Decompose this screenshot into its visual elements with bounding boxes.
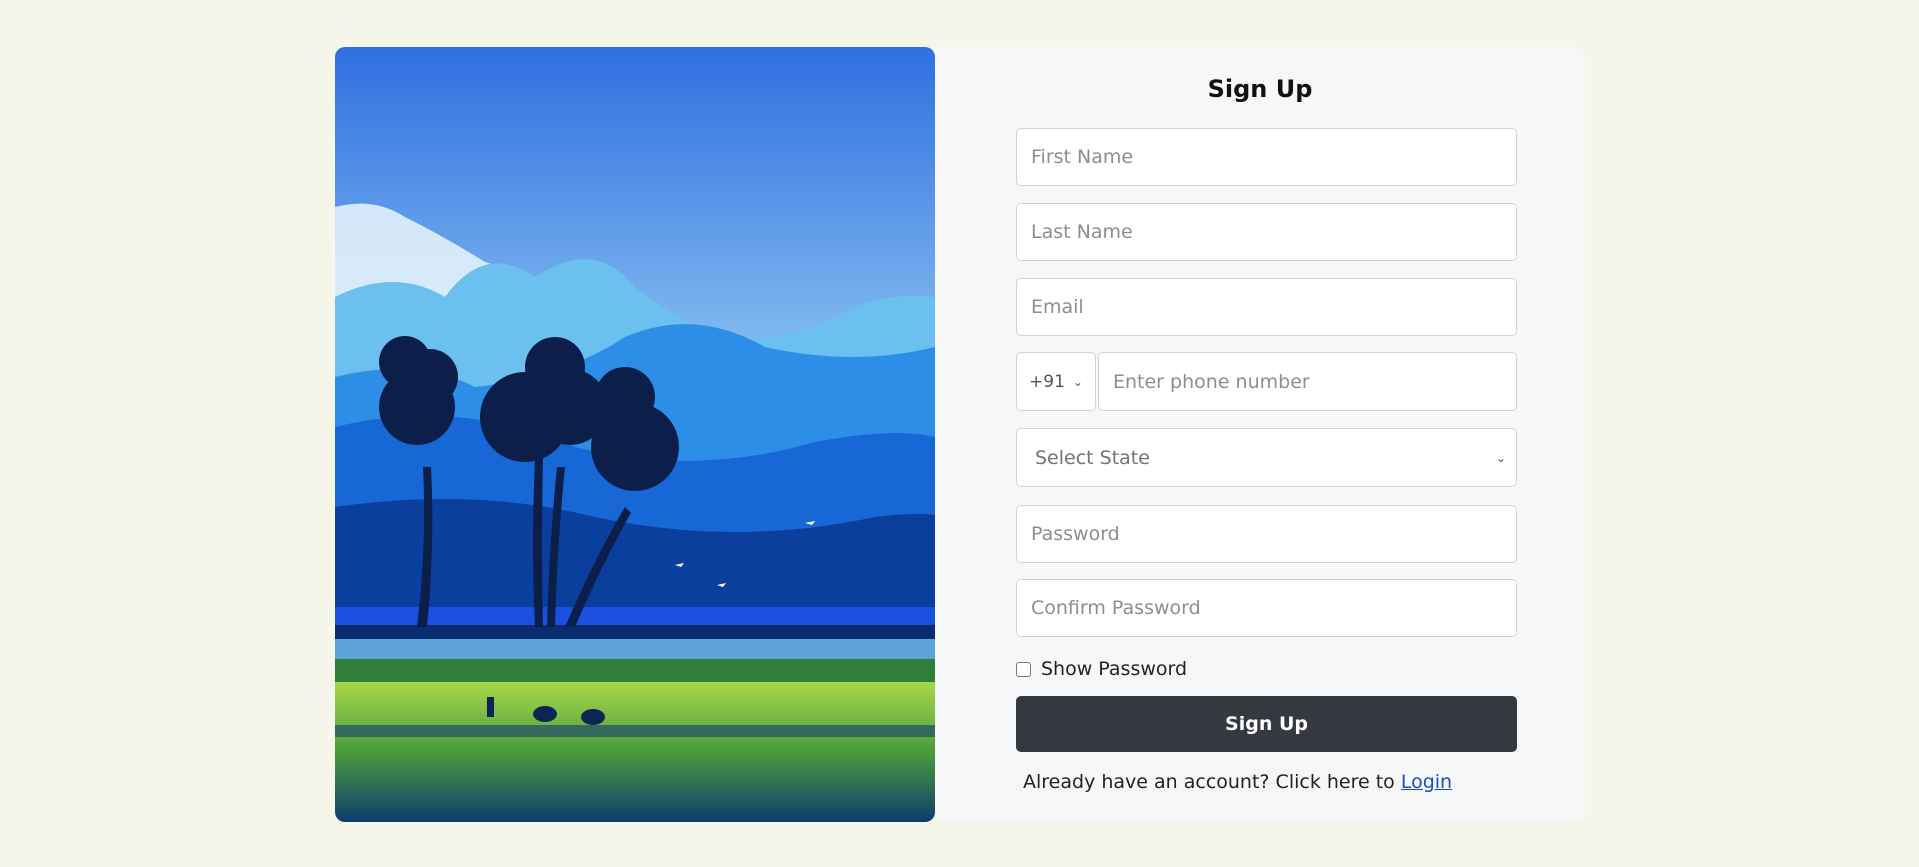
page-title: Sign Up	[1207, 75, 1313, 103]
last-name-field[interactable]	[1016, 203, 1517, 261]
show-password-checkbox[interactable]	[1016, 661, 1031, 677]
password-field[interactable]	[1016, 505, 1517, 563]
signup-card: Sign Up +91 ⌄ Select State ⌄ Show Passwo…	[335, 47, 1585, 822]
login-prompt: Already have an account? Click here to L…	[1023, 771, 1452, 793]
email-field[interactable]	[1016, 278, 1517, 336]
login-prompt-text: Already have an account? Click here to	[1023, 771, 1395, 793]
confirm-password-field[interactable]	[1016, 579, 1517, 637]
show-password-toggle[interactable]: Show Password	[1016, 658, 1187, 680]
country-code-value: +91	[1029, 371, 1065, 392]
chevron-down-icon: ⌄	[1495, 450, 1506, 465]
signup-form: Sign Up +91 ⌄ Select State ⌄ Show Passwo…	[935, 47, 1585, 822]
phone-row: +91 ⌄	[1016, 352, 1517, 411]
show-password-label: Show Password	[1041, 658, 1188, 680]
landscape-illustration	[335, 47, 935, 822]
state-select-value: Select State	[1035, 446, 1150, 469]
country-code-select[interactable]: +91 ⌄	[1016, 352, 1096, 411]
phone-field[interactable]	[1098, 352, 1517, 411]
state-select[interactable]: Select State ⌄	[1016, 428, 1517, 487]
chevron-down-icon: ⌄	[1072, 374, 1083, 389]
first-name-field[interactable]	[1016, 128, 1517, 186]
sign-up-button[interactable]: Sign Up	[1016, 696, 1517, 752]
login-link[interactable]: Login	[1401, 771, 1452, 793]
